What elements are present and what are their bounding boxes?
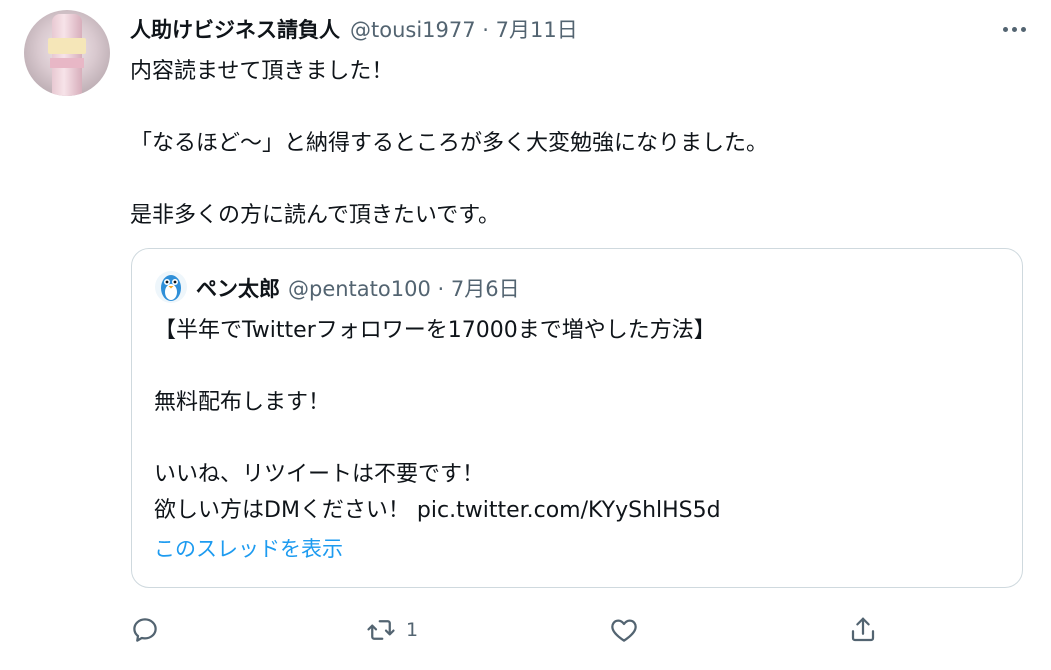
author-handle-date[interactable]: @tousi1977 · 7月11日 (350, 14, 578, 44)
retweet-icon (367, 620, 395, 640)
reply-icon (133, 618, 157, 642)
author-name[interactable]: 人助けビジネス請負人 (130, 14, 340, 44)
quoted-line: いいね、リツイートは不要です！ (154, 462, 485, 487)
show-thread-link[interactable]: このスレッドを表示 (154, 533, 343, 563)
tweet-line: 「なるほど〜」と納得するところが多く大変勉強になりました。 (130, 131, 769, 156)
quoted-line: 【半年でTwitterフォロワーを17000まで増やした方法】 (154, 318, 716, 343)
quoted-line: 無料配布します！ (154, 390, 331, 415)
retweet-button[interactable]: 1 (366, 610, 418, 650)
quoted-tweet-text: 【半年でTwitterフォロワーを17000まで増やした方法】 無料配布します！… (154, 313, 1004, 529)
quoted-author-name[interactable]: ペン太郎 (196, 273, 280, 303)
avatar-bottle-graphic (52, 14, 82, 96)
tweet-actions: 1 (130, 610, 990, 650)
tweet-header: 人助けビジネス請負人 @tousi1977 · 7月11日 (130, 13, 578, 45)
retweet-count: 1 (406, 619, 419, 641)
penguin-icon (155, 271, 187, 303)
tweet-line-gap (130, 90, 1010, 126)
more-button[interactable] (999, 14, 1029, 44)
quoted-tweet-card[interactable]: ペン太郎 @pentato100 · 7月6日 【半年でTwitterフォロワー… (131, 248, 1023, 588)
quoted-line-gap (154, 349, 1004, 385)
reply-button[interactable] (130, 610, 170, 650)
quoted-line: 欲しい方はDMください！ pic.twitter.com/KYyShlHS5d (154, 498, 721, 523)
tweet-line: 是非多くの方に読んで頂きたいです。 (130, 203, 501, 228)
more-dot (1011, 26, 1017, 32)
share-icon (851, 617, 875, 642)
more-dot (1020, 26, 1026, 32)
avatar-label-graphic (48, 38, 86, 54)
heart-icon (611, 619, 637, 642)
quoted-author-avatar[interactable] (154, 270, 188, 304)
tweet-line-gap (130, 162, 1010, 198)
like-button[interactable] (609, 610, 649, 650)
author-avatar[interactable] (24, 10, 110, 96)
quoted-author-handle-date[interactable]: @pentato100 · 7月6日 (288, 273, 520, 303)
share-button[interactable] (848, 610, 878, 650)
more-horizontal-icon (1002, 26, 1008, 32)
avatar-label2-graphic (50, 58, 84, 68)
tweet-line: 内容読ませて頂きました！ (130, 59, 394, 84)
tweet-text: 内容読ませて頂きました！ 「なるほど〜」と納得するところが多く大変勉強になりまし… (130, 54, 1010, 234)
quoted-line-gap (154, 421, 1004, 457)
quoted-tweet-header: ペン太郎 @pentato100 · 7月6日 (196, 271, 520, 305)
